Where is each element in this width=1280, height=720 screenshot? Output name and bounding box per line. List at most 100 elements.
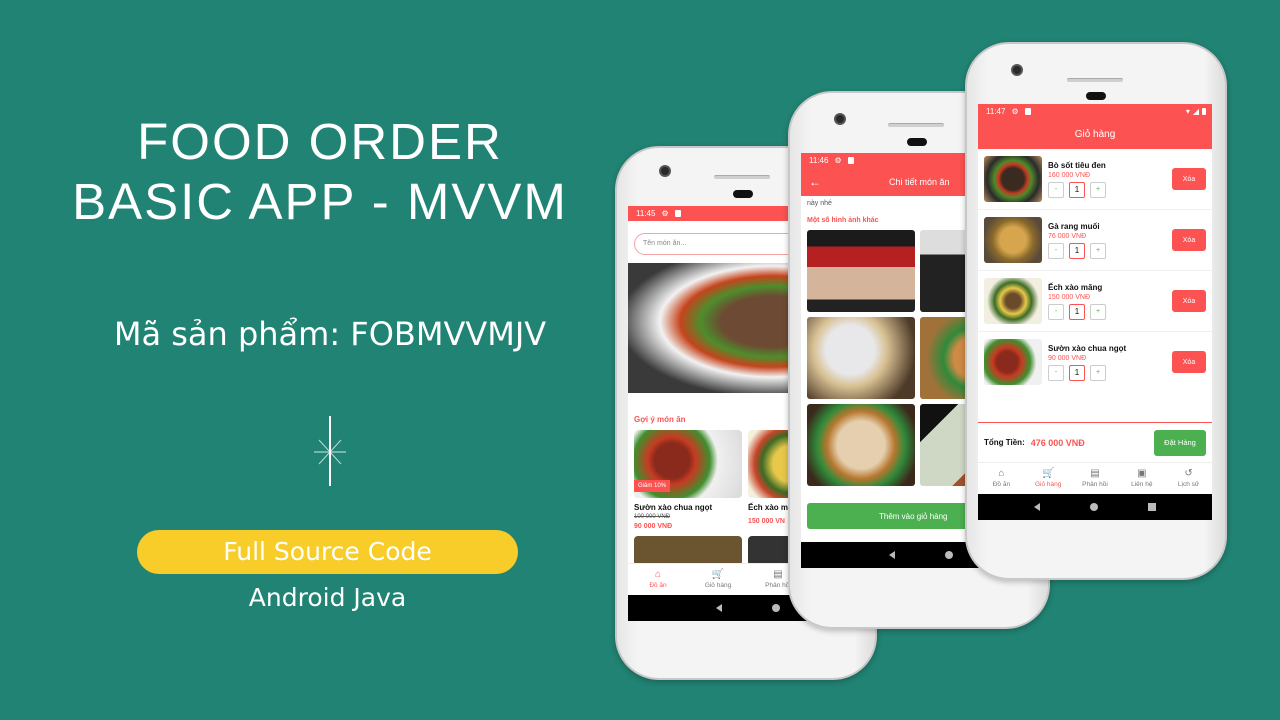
increase-button[interactable]: + — [1090, 181, 1106, 198]
food-card[interactable]: Giảm 10% Sườn xào chua ngọt 100 000 VNĐ … — [634, 430, 742, 530]
tab-label: Lịch sử — [1177, 481, 1200, 488]
proximity-sensor — [907, 138, 927, 146]
settings-icon: ⚙ — [661, 208, 669, 218]
settings-icon: ⚙ — [1011, 106, 1019, 116]
tab-label: Đồ ăn — [649, 582, 667, 589]
proximity-sensor — [1086, 92, 1106, 100]
quantity-value: 1 — [1069, 364, 1085, 381]
proximity-sensor — [733, 190, 753, 198]
product-code: Mã sản phẩm: FOBMVVMJV — [113, 315, 547, 353]
status-bar: 11:47 ⚙ ▾ ◢ — [978, 104, 1212, 119]
discount-badge: Giảm 10% — [634, 480, 671, 492]
tab-history[interactable]: ↺ Lịch sử — [1165, 463, 1212, 494]
quantity-stepper: -1 + — [1048, 303, 1172, 320]
contact-icon: ▣ — [1137, 468, 1147, 479]
tab-feedback[interactable]: ▤ Phản hồi — [1072, 463, 1119, 494]
delete-button[interactable]: Xóa — [1172, 290, 1206, 312]
back-icon[interactable] — [889, 551, 895, 559]
delete-button[interactable]: Xóa — [1172, 229, 1206, 251]
cart-icon: 🛒 — [711, 569, 725, 580]
front-camera — [659, 165, 671, 177]
battery-icon — [1202, 108, 1206, 115]
tab-cart[interactable]: 🛒 Giỏ hàng — [688, 564, 748, 595]
promo-title: FOOD ORDER BASIC APP - MVVM — [40, 112, 600, 232]
quantity-value: 1 — [1069, 181, 1085, 198]
tab-label: Đồ ăn — [992, 481, 1011, 488]
cart-item-info: Gà rang muối 76 000 VNĐ -1 + — [1048, 222, 1172, 259]
status-time: 11:46 — [809, 156, 829, 165]
decrease-button[interactable]: - — [1048, 303, 1064, 320]
recents-icon[interactable] — [1148, 503, 1156, 511]
settings-icon: ⚙ — [834, 155, 842, 165]
cart-list: Bò sốt tiêu đen 160 000 VNĐ -1 + Xóa Gà rang … — [978, 149, 1212, 392]
tab-label: Liên hệ — [1131, 481, 1153, 488]
sparkle-icon — [314, 416, 346, 486]
cart-item-price: 76 000 VNĐ — [1048, 232, 1087, 240]
system-navigation-bar — [978, 494, 1212, 520]
quantity-value: 1 — [1069, 303, 1085, 320]
status-time: 11:47 — [986, 107, 1006, 116]
sd-card-icon — [847, 157, 854, 164]
back-arrow-icon[interactable]: ← — [809, 175, 821, 189]
delete-button[interactable]: Xóa — [1172, 168, 1206, 190]
cart-item-name: Sườn xào chua ngọt — [1048, 343, 1127, 353]
platform-label: Android Java — [248, 583, 407, 612]
wifi-icon: ▾ — [1185, 107, 1190, 116]
increase-button[interactable]: + — [1090, 364, 1106, 381]
home-icon: ⌂ — [654, 569, 662, 580]
quantity-stepper: -1 + — [1048, 242, 1172, 259]
cart-item: Gà rang muối 76 000 VNĐ -1 + Xóa — [978, 210, 1212, 270]
home-button-icon[interactable] — [945, 551, 953, 559]
back-icon[interactable] — [716, 604, 722, 612]
sd-card-icon — [674, 210, 681, 217]
home-button-icon[interactable] — [772, 604, 780, 612]
tab-home[interactable]: ⌂ Đồ ăn — [628, 564, 688, 595]
home-icon: ⌂ — [998, 468, 1005, 479]
front-camera — [1011, 64, 1023, 76]
place-order-button[interactable]: Đặt Hàng — [1154, 429, 1206, 456]
cart-item-info: Sườn xào chua ngọt 90 000 VNĐ -1 + — [1048, 344, 1172, 381]
cart-item-name: Bò sốt tiêu đen — [1048, 160, 1106, 170]
gallery-image[interactable] — [807, 404, 915, 486]
total-bar: Tổng Tiền: 476 000 VNĐ Đặt Hàng — [978, 422, 1212, 462]
increase-button[interactable]: + — [1090, 242, 1106, 259]
cart-item-name: Ếch xào măng — [1048, 282, 1103, 292]
decrease-button[interactable]: - — [1048, 181, 1064, 198]
title-line-2: BASIC APP - MVVM — [72, 173, 568, 230]
history-icon: ↺ — [1184, 468, 1193, 479]
food-image — [634, 536, 742, 566]
tab-contact[interactable]: ▣ Liên hệ — [1118, 463, 1165, 494]
decrease-button[interactable]: - — [1048, 242, 1064, 259]
tab-label: Giỏ hàng — [704, 582, 732, 589]
tab-label: Giỏ hàng — [1035, 481, 1062, 488]
tab-label: Phản hồi — [765, 582, 791, 589]
decrease-button[interactable]: - — [1048, 364, 1064, 381]
cart-item-image — [984, 278, 1042, 324]
status-icons: ▾ ◢ — [1186, 107, 1206, 116]
gallery-image[interactable] — [807, 317, 915, 399]
tab-home[interactable]: ⌂ Đồ ăn — [978, 463, 1025, 494]
feedback-icon: ▤ — [1090, 468, 1100, 479]
tab-label: Phản hồi — [1082, 481, 1108, 488]
status-time: 11:45 — [636, 209, 656, 218]
delete-button[interactable]: Xóa — [1172, 351, 1206, 373]
increase-button[interactable]: + — [1090, 303, 1106, 320]
cart-item-price: 150 000 VNĐ — [1048, 293, 1091, 301]
cart-screen: 11:47 ⚙ ▾ ◢ Giỏ hàng Bò sốt tiêu đen 160 … — [978, 104, 1212, 520]
gallery-image[interactable] — [807, 230, 915, 312]
cart-item-price: 160 000 VNĐ — [1048, 171, 1091, 179]
cart-item: Bò sốt tiêu đen 160 000 VNĐ -1 + Xóa — [978, 149, 1212, 209]
cart-item-name: Gà rang muối — [1048, 221, 1100, 231]
sd-card-icon — [1024, 108, 1031, 115]
bottom-navigation: ⌂ Đồ ăn 🛒 Giỏ hàng ▤ Phản hồi ▣ Liên hệ ↺ Lịch sử — [978, 462, 1212, 494]
cart-item-image — [984, 339, 1042, 385]
back-icon[interactable] — [1034, 503, 1040, 511]
home-button-icon[interactable] — [1090, 503, 1098, 511]
tab-cart[interactable]: 🛒 Giỏ hàng — [1025, 463, 1072, 494]
total-label: Tổng Tiền: — [984, 438, 1025, 447]
cart-icon: 🛒 — [1041, 468, 1055, 479]
cart-item-info: Bò sốt tiêu đen 160 000 VNĐ -1 + — [1048, 161, 1172, 198]
quantity-stepper: -1 + — [1048, 364, 1172, 381]
food-card[interactable] — [634, 536, 742, 566]
feedback-icon: ▤ — [773, 569, 783, 580]
